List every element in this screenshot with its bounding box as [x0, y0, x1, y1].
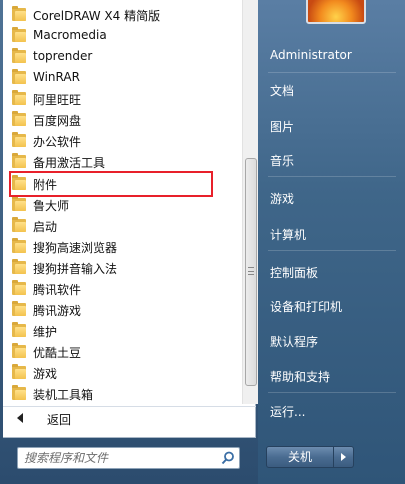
program-item-tencent-games[interactable]: 腾讯游戏 — [3, 300, 241, 321]
program-item-coreldraw[interactable]: CorelDRAW X4 精简版 — [3, 5, 241, 26]
divider — [268, 250, 396, 251]
program-item-label: 阿里旺旺 — [33, 93, 82, 107]
program-item-label: 办公软件 — [33, 135, 82, 149]
program-item-label: 装机工具箱 — [33, 388, 94, 402]
right-item-games[interactable]: 游戏 — [270, 190, 294, 207]
folder-icon — [12, 343, 26, 358]
shutdown-options-button[interactable] — [334, 446, 354, 468]
program-item-label: 鲁大师 — [33, 199, 70, 213]
program-item-aliwangwang[interactable]: 阿里旺旺 — [3, 89, 241, 110]
start-menu-right-panel: Administrator 文档 图片 音乐 游戏 计算机 控制面板 设备和打印… — [258, 0, 405, 484]
folder-icon — [12, 364, 26, 379]
folder-icon — [12, 90, 26, 105]
back-button[interactable]: 返回 — [3, 406, 256, 430]
folder-icon — [12, 259, 26, 274]
program-list-scrollbar[interactable] — [242, 0, 258, 404]
folder-icon — [12, 153, 26, 168]
folder-icon — [12, 196, 26, 211]
divider — [268, 72, 396, 73]
highlight-annotation-box — [9, 171, 213, 197]
program-item-label: 维护 — [33, 325, 58, 339]
program-item-label: 搜狗高速浏览器 — [33, 241, 118, 255]
program-item-tencent-software[interactable]: 腾讯软件 — [3, 279, 241, 300]
right-item-music[interactable]: 音乐 — [270, 152, 294, 169]
right-item-computer[interactable]: 计算机 — [270, 226, 306, 243]
search-input[interactable] — [24, 450, 214, 466]
folder-icon — [12, 238, 26, 253]
folder-icon — [12, 217, 26, 232]
right-item-help-support[interactable]: 帮助和支持 — [270, 368, 330, 385]
program-item-label: 腾讯游戏 — [33, 304, 82, 318]
program-item-office[interactable]: 办公软件 — [3, 131, 241, 152]
program-list-panel: CorelDRAW X4 精简版 Macromedia toprender Wi… — [3, 0, 258, 438]
program-item-label: 游戏 — [33, 367, 58, 381]
program-item-installer-toolbox[interactable]: 装机工具箱 — [3, 384, 241, 404]
folder-icon — [12, 385, 26, 400]
back-arrow-icon — [17, 413, 23, 423]
program-item-label: WinRAR — [33, 70, 80, 84]
program-item-label: toprender — [33, 49, 93, 63]
shutdown-button[interactable]: 关机 — [266, 446, 334, 468]
folder-icon — [12, 69, 26, 84]
scrollbar-thumb[interactable] — [245, 158, 257, 386]
search-icon[interactable] — [221, 451, 235, 465]
program-item-label: 启动 — [33, 220, 58, 234]
program-item-label: 百度网盘 — [33, 114, 82, 128]
program-item-label: 搜狗拼音输入法 — [33, 262, 118, 276]
program-item-label: CorelDRAW X4 精简版 — [33, 9, 161, 23]
folder-icon — [12, 6, 26, 21]
program-item-youku-tudou[interactable]: 优酷土豆 — [3, 342, 241, 363]
right-item-devices-printers[interactable]: 设备和打印机 — [270, 298, 342, 315]
program-item-winrar[interactable]: WinRAR — [3, 68, 241, 89]
program-item-games[interactable]: 游戏 — [3, 363, 241, 384]
divider — [268, 392, 396, 393]
program-item-startup[interactable]: 启动 — [3, 216, 241, 237]
arrow-right-icon — [341, 453, 346, 461]
right-item-pictures[interactable]: 图片 — [270, 118, 294, 135]
folder-icon — [12, 280, 26, 295]
program-item-ludashi[interactable]: 鲁大师 — [3, 195, 241, 216]
program-item-sogou-pinyin[interactable]: 搜狗拼音输入法 — [3, 258, 241, 279]
program-item-label: 备用激活工具 — [33, 156, 106, 170]
program-item-label: 腾讯软件 — [33, 283, 82, 297]
grip-icon — [248, 267, 254, 275]
program-list: CorelDRAW X4 精简版 Macromedia toprender Wi… — [3, 0, 241, 404]
program-item-label: 优酷土豆 — [33, 346, 82, 360]
program-item-sogou-browser[interactable]: 搜狗高速浏览器 — [3, 237, 241, 258]
program-item-toprender[interactable]: toprender — [3, 47, 241, 68]
program-item-activation-tools[interactable]: 备用激活工具 — [3, 152, 241, 173]
folder-icon — [12, 301, 26, 316]
user-avatar[interactable] — [306, 0, 366, 24]
program-item-label: Macromedia — [33, 28, 107, 42]
divider — [268, 176, 396, 177]
program-item-macromedia[interactable]: Macromedia — [3, 26, 241, 47]
right-item-control-panel[interactable]: 控制面板 — [270, 264, 318, 281]
right-item-documents[interactable]: 文档 — [270, 82, 294, 99]
folder-icon — [12, 27, 26, 42]
folder-icon — [12, 111, 26, 126]
search-box[interactable] — [17, 447, 240, 469]
program-item-baidu-netdisk[interactable]: 百度网盘 — [3, 110, 241, 131]
right-item-default-programs[interactable]: 默认程序 — [270, 333, 318, 350]
program-item-maintenance[interactable]: 维护 — [3, 321, 241, 342]
right-item-run[interactable]: 运行... — [270, 403, 305, 420]
folder-icon — [12, 322, 26, 337]
right-item-administrator[interactable]: Administrator — [270, 48, 352, 62]
folder-icon — [12, 132, 26, 147]
back-label: 返回 — [47, 413, 72, 427]
folder-icon — [12, 48, 26, 63]
